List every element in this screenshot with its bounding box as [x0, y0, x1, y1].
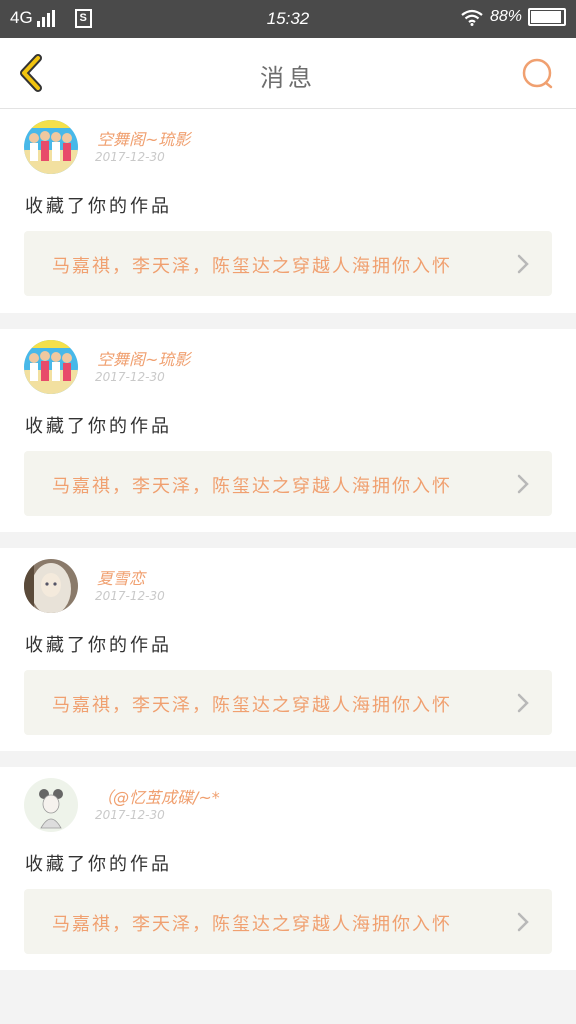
work-link[interactable]: 马嘉祺，李天泽，陈玺达之穿越人海拥你入怀 [24, 670, 552, 735]
work-link[interactable]: 马嘉祺，李天泽，陈玺达之穿越人海拥你入怀 [24, 889, 552, 954]
notification-list: 空舞阁~琉影 2017-12-30 收藏了你的作品 马嘉祺，李天泽，陈玺达之穿越… [0, 109, 576, 986]
notification-card: 夏雪恋 2017-12-30 收藏了你的作品 马嘉祺，李天泽，陈玺达之穿越人海拥… [0, 548, 576, 751]
work-title: 马嘉祺，李天泽，陈玺达之穿越人海拥你入怀 [52, 256, 452, 277]
work-link[interactable]: 马嘉祺，李天泽，陈玺达之穿越人海拥你入怀 [24, 451, 552, 516]
wifi-icon [461, 9, 483, 26]
status-bar: 4G S 15:32 88% [0, 0, 576, 38]
app-root: 4G S 15:32 88% 消息 空舞阁~琉影 2017-12-30 收藏了你… [0, 0, 576, 1024]
post-date: 2017-12-30 [95, 808, 165, 822]
action-text: 收藏了你的作品 [25, 854, 172, 875]
chevron-right-icon [517, 912, 529, 932]
search-icon [522, 58, 553, 89]
chevron-right-icon [517, 254, 529, 274]
post-date: 2017-12-30 [95, 370, 165, 384]
chevron-right-icon [517, 693, 529, 713]
group-photo-avatar [24, 340, 78, 394]
status-right: 88% [460, 8, 566, 26]
group-photo-avatar [24, 120, 78, 174]
action-text: 收藏了你的作品 [25, 416, 172, 437]
avatar[interactable] [24, 559, 78, 613]
work-title: 马嘉祺，李天泽，陈玺达之穿越人海拥你入怀 [52, 914, 452, 935]
post-date: 2017-12-30 [95, 589, 165, 603]
user-name[interactable]: 空舞阁~琉影 [97, 346, 190, 370]
notification-card: （@忆茧成碟/~* 2017-12-30 收藏了你的作品 马嘉祺，李天泽，陈玺达… [0, 767, 576, 970]
avatar[interactable] [24, 340, 78, 394]
user-name[interactable]: 夏雪恋 [97, 565, 145, 589]
work-link[interactable]: 马嘉祺，李天泽，陈玺达之穿越人海拥你入怀 [24, 231, 552, 296]
battery-percent: 88% [489, 8, 522, 25]
avatar[interactable] [24, 778, 78, 832]
notification-card: 空舞阁~琉影 2017-12-30 收藏了你的作品 马嘉祺，李天泽，陈玺达之穿越… [0, 329, 576, 532]
user-name[interactable]: 空舞阁~琉影 [97, 126, 190, 150]
work-title: 马嘉祺，李天泽，陈玺达之穿越人海拥你入怀 [52, 476, 452, 497]
action-text: 收藏了你的作品 [25, 635, 172, 656]
top-nav-bar: 消息 [0, 38, 576, 109]
notification-card: 空舞阁~琉影 2017-12-30 收藏了你的作品 马嘉祺，李天泽，陈玺达之穿越… [0, 109, 576, 313]
page-title: 消息 [260, 64, 316, 92]
avatar[interactable] [24, 120, 78, 174]
user-name[interactable]: （@忆茧成碟/~* [97, 784, 220, 808]
doll-avatar [24, 559, 78, 613]
search-button[interactable] [520, 56, 556, 92]
post-date: 2017-12-30 [95, 150, 165, 164]
sketch-girl-avatar [24, 778, 78, 832]
chevron-right-icon [517, 474, 529, 494]
action-text: 收藏了你的作品 [25, 196, 172, 217]
work-title: 马嘉祺，李天泽，陈玺达之穿越人海拥你入怀 [52, 695, 452, 716]
battery-icon [528, 8, 566, 26]
